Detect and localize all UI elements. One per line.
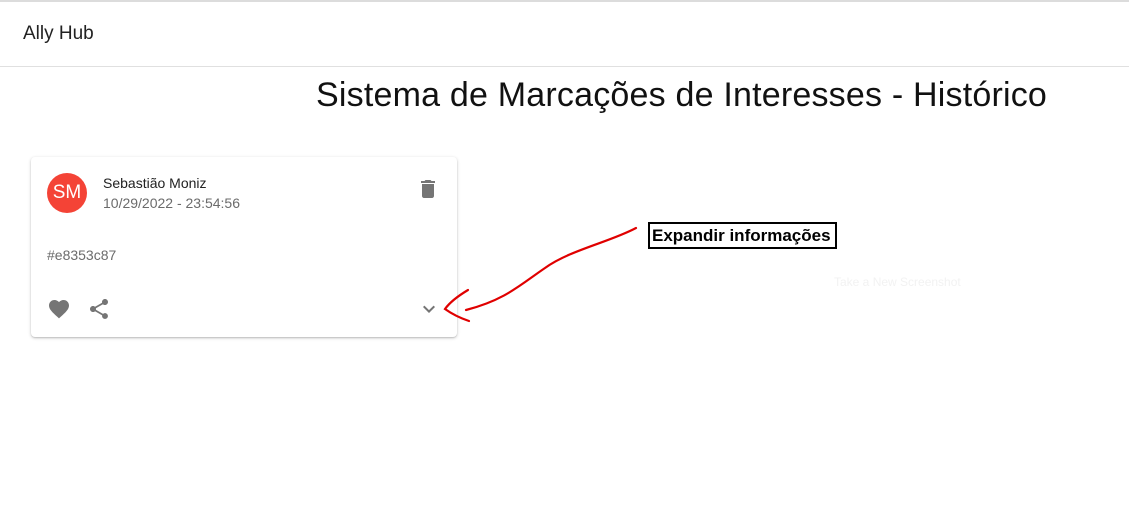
- history-card: SM Sebastião Moniz 10/29/2022 - 23:54:56…: [31, 157, 457, 337]
- page-title: Sistema de Marcações de Interesses - His…: [316, 76, 1048, 114]
- heart-icon[interactable]: [47, 297, 71, 321]
- card-timestamp: 10/29/2022 - 23:54:56: [103, 195, 241, 211]
- share-icon[interactable]: [87, 297, 111, 321]
- app-title: Ally Hub: [23, 23, 94, 44]
- trash-icon[interactable]: [416, 177, 440, 201]
- avatar: SM: [47, 173, 87, 213]
- card-hash: #e8353c87: [47, 247, 117, 263]
- app-bar: Ally Hub: [0, 2, 1129, 67]
- annotation-label: Expandir informações: [648, 222, 837, 249]
- take-screenshot-button[interactable]: Take a New Screenshot: [834, 275, 961, 289]
- chevron-down-icon[interactable]: [417, 297, 441, 321]
- card-author: Sebastião Moniz: [103, 175, 207, 191]
